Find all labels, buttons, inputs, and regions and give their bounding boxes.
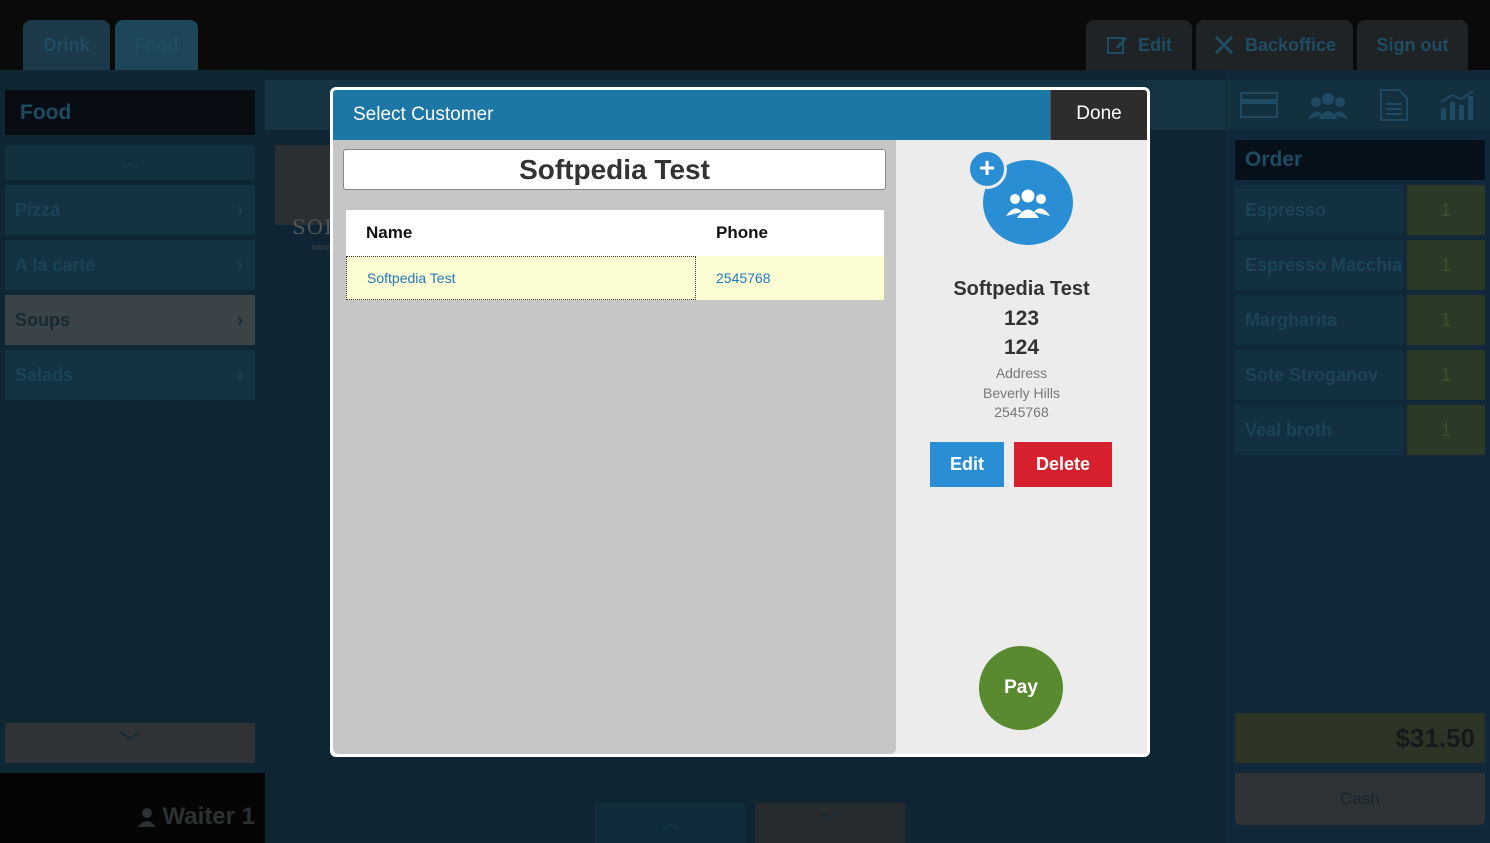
category-item-label: Salads <box>15 364 74 385</box>
top-bar: Drink Food Edit Backoffice Sign out <box>0 0 1490 70</box>
order-row[interactable]: Margharita 1 <box>1235 295 1485 345</box>
chevron-right-icon: › <box>237 364 243 385</box>
order-title: Order <box>1235 140 1485 180</box>
order-total: $31.50 <box>1235 713 1485 763</box>
chevron-down-icon: ﹀ <box>118 730 141 755</box>
category-panel: Food ︿ Pizza › A la carte › Soups › Sala… <box>0 70 265 773</box>
product-scroll-down-button[interactable]: ﹀ <box>755 803 905 843</box>
category-item-pizza[interactable]: Pizza › <box>5 185 255 235</box>
customer-table: Name Phone Softpedia Test 2545768 <box>346 210 884 300</box>
plus-icon: + <box>978 152 996 183</box>
customer-search-input[interactable]: Softpedia Test <box>343 149 886 190</box>
dialog-title: Select Customer <box>353 104 494 125</box>
order-row[interactable]: Sote Stroganov 1 <box>1235 350 1485 400</box>
category-scroll-down-button[interactable]: ﹀ <box>5 723 255 763</box>
delete-customer-button[interactable]: Delete <box>1014 442 1112 487</box>
cell-phone: 2545768 <box>716 270 771 286</box>
order-toolbar <box>1225 80 1490 130</box>
chevron-right-icon: › <box>237 309 243 330</box>
order-row[interactable]: Veal broth 1 <box>1235 405 1485 455</box>
done-button[interactable]: Done <box>1050 90 1147 140</box>
dialog-header: Select Customer Done <box>333 90 1147 140</box>
order-item-qty: 1 <box>1407 295 1485 345</box>
add-customer-button[interactable]: + <box>967 149 1007 189</box>
order-item-name: Margharita <box>1235 295 1403 345</box>
order-item-name: Espresso Macchiato <box>1235 240 1403 290</box>
credit-card-icon[interactable] <box>1240 92 1279 118</box>
edit-label: Edit <box>1138 34 1172 55</box>
category-item-soups[interactable]: Soups › <box>5 295 255 345</box>
tab-food[interactable]: Food <box>115 20 198 70</box>
customer-city: Beverly Hills <box>982 385 1060 401</box>
edit-customer-button[interactable]: Edit <box>930 442 1004 487</box>
backoffice-button[interactable]: Backoffice <box>1196 20 1353 70</box>
customer-detail: + Softpedia Test 123 124 Address Beverly… <box>896 140 1147 754</box>
customer-line-1: 123 <box>1003 307 1040 330</box>
customer-list-area: Softpedia Test Name Phone Softpedia Test… <box>333 140 896 754</box>
order-panel: Order Espresso 1 Espresso Macchiato 1 Ma… <box>1225 70 1490 843</box>
order-item-name: Sote Stroganov <box>1235 350 1403 400</box>
category-item-label: Soups <box>15 309 71 330</box>
user-icon <box>137 808 156 827</box>
order-item-name: Espresso <box>1235 185 1403 235</box>
order-row[interactable]: Espresso 1 <box>1235 185 1485 235</box>
waiter-name: Waiter 1 <box>162 803 255 830</box>
signout-button[interactable]: Sign out <box>1357 20 1468 70</box>
category-item-salads[interactable]: Salads › <box>5 350 255 400</box>
chevron-right-icon: › <box>237 199 243 220</box>
table-header: Name Phone <box>346 210 884 256</box>
customer-address-label: Address <box>995 365 1048 381</box>
cell-name: Softpedia Test <box>346 256 696 300</box>
order-item-name: Veal broth <box>1235 405 1403 455</box>
cash-button[interactable]: Cash <box>1235 773 1485 825</box>
table-row[interactable]: Softpedia Test 2545768 <box>346 256 884 300</box>
backoffice-label: Backoffice <box>1244 34 1337 55</box>
customer-phone: 2545768 <box>994 404 1049 420</box>
column-header-phone[interactable]: Phone <box>696 210 884 256</box>
category-item-label: A la carte <box>15 254 96 275</box>
order-row[interactable]: Espresso Macchiato 1 <box>1235 240 1485 290</box>
customer-name: Softpedia Test <box>953 278 1090 300</box>
order-item-qty: 1 <box>1407 185 1485 235</box>
tools-icon <box>1214 35 1234 55</box>
chevron-up-icon: ︿ <box>661 813 679 833</box>
order-item-qty: 1 <box>1407 350 1485 400</box>
edit-button[interactable]: Edit <box>1086 20 1192 70</box>
document-icon[interactable] <box>1379 89 1409 121</box>
product-scroll-up-button[interactable]: ︿ <box>595 803 745 843</box>
waiter-bar: Waiter 1 <box>0 773 265 843</box>
order-item-qty: 1 <box>1407 240 1485 290</box>
order-item-qty: 1 <box>1407 405 1485 455</box>
tab-drink[interactable]: Drink <box>23 20 110 70</box>
column-header-name[interactable]: Name <box>346 210 696 256</box>
category-item-label: Pizza <box>15 199 61 220</box>
pay-button[interactable]: Pay <box>979 646 1063 730</box>
chevron-down-icon: ﹀ <box>818 810 841 835</box>
waiter-label: Waiter 1 <box>137 803 255 831</box>
customers-icon <box>1006 189 1050 218</box>
chevron-right-icon: › <box>237 254 243 275</box>
category-item-a-la-carte[interactable]: A la carte › <box>5 240 255 290</box>
chevron-up-icon: ︿ <box>121 154 138 171</box>
select-customer-dialog: Select Customer Done Softpedia Test Name… <box>330 87 1150 757</box>
customer-line-2: 124 <box>1003 336 1040 359</box>
product-tile[interactable] <box>275 145 335 225</box>
category-scroll-up-button[interactable]: ︿ <box>5 145 255 180</box>
category-title: Food <box>5 90 255 135</box>
customers-icon[interactable] <box>1308 91 1349 119</box>
edit-icon <box>1107 37 1127 54</box>
stats-icon[interactable] <box>1439 90 1475 120</box>
